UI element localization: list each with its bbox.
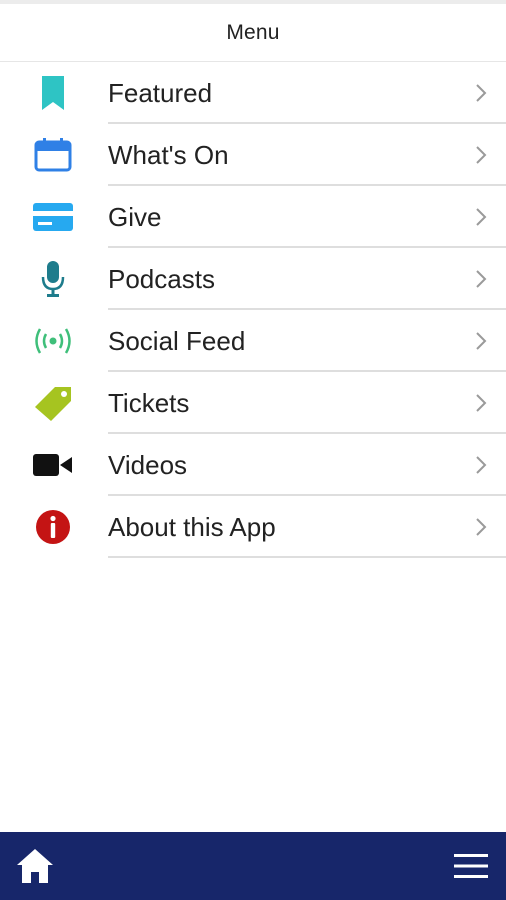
page-title: Menu — [226, 20, 280, 44]
credit-card-icon — [30, 199, 76, 235]
menu-item-label: Give — [108, 202, 162, 232]
chevron-right-icon — [474, 393, 488, 413]
menu-item-label: Podcasts — [108, 264, 215, 294]
menu-item-give[interactable]: Give — [0, 186, 506, 248]
chevron-right-icon — [474, 331, 488, 351]
menu-item-about-this-app[interactable]: About this App — [0, 496, 506, 558]
bottom-nav-bar — [0, 832, 506, 900]
menu-item-label: Social Feed — [108, 326, 246, 356]
menu-list: Featured What's On Give Podcasts Social … — [0, 62, 506, 558]
microphone-icon — [30, 261, 76, 297]
menu-item-social-feed[interactable]: Social Feed — [0, 310, 506, 372]
chevron-right-icon — [474, 269, 488, 289]
header-bar: Menu — [0, 4, 506, 62]
broadcast-icon — [30, 323, 76, 359]
menu-item-label: Featured — [108, 78, 213, 108]
chevron-right-icon — [474, 517, 488, 537]
menu-item-label: About this App — [108, 512, 276, 542]
hamburger-menu-icon[interactable] — [454, 852, 488, 880]
info-icon — [30, 509, 76, 545]
divider — [108, 556, 506, 558]
menu-item-whats-on[interactable]: What's On — [0, 124, 506, 186]
menu-item-tickets[interactable]: Tickets — [0, 372, 506, 434]
tag-icon — [30, 385, 76, 421]
menu-item-label: Videos — [108, 450, 188, 480]
menu-item-featured[interactable]: Featured — [0, 62, 506, 124]
app-screen: Menu Featured What's On Give Podcasts So… — [0, 0, 506, 900]
menu-item-label: Tickets — [108, 388, 190, 418]
menu-item-podcasts[interactable]: Podcasts — [0, 248, 506, 310]
calendar-icon — [30, 137, 76, 173]
menu-item-videos[interactable]: Videos — [0, 434, 506, 496]
chevron-right-icon — [474, 207, 488, 227]
chevron-right-icon — [474, 83, 488, 103]
bookmark-icon — [30, 75, 76, 111]
chevron-right-icon — [474, 455, 488, 475]
chevron-right-icon — [474, 145, 488, 165]
video-camera-icon — [30, 447, 76, 483]
menu-item-label: What's On — [108, 140, 229, 170]
home-icon[interactable] — [15, 846, 55, 886]
